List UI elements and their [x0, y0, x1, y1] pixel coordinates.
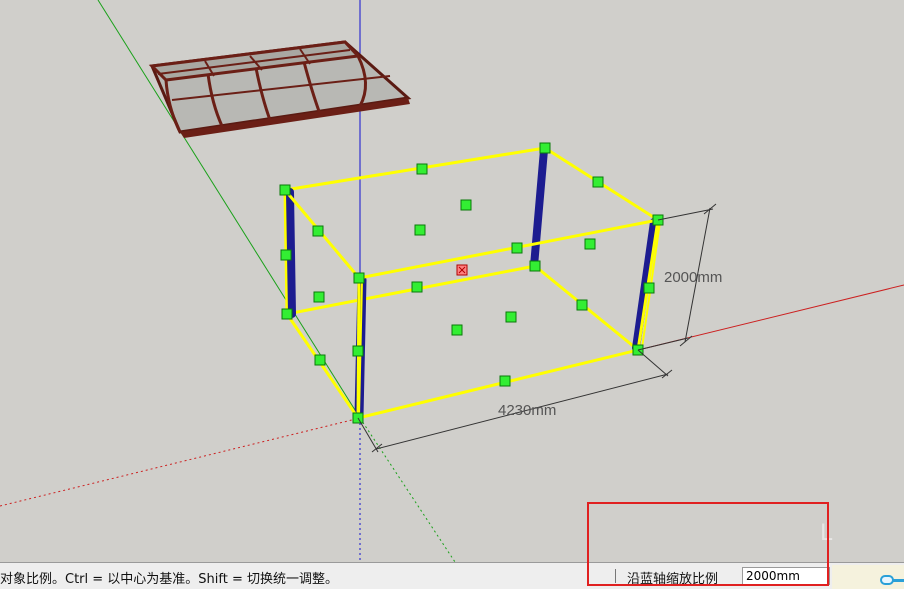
watermark-icon: L: [820, 521, 833, 546]
zoom-slider-knob[interactable]: [880, 575, 894, 585]
green-axis-dashed: [359, 417, 456, 562]
canopy-model[interactable]: [148, 40, 412, 138]
columns[interactable]: [286, 146, 661, 421]
measurement-label: 沿蓝轴缩放比例: [627, 572, 719, 587]
dimension-width-label: 4230mm: [498, 402, 556, 419]
status-hint: 对象比例。Ctrl = 以中心为基准。Shift = 切换统一调整。: [0, 572, 338, 587]
center-grip[interactable]: [456, 264, 468, 276]
red-axis-dashed: [0, 417, 361, 507]
measurement-input[interactable]: [742, 567, 830, 585]
dimension-width[interactable]: [357, 349, 673, 453]
status-separator: [615, 569, 616, 583]
dimension-height-label: 2000mm: [664, 269, 722, 286]
3d-viewport[interactable]: 2000mm 4230mm L: [0, 0, 904, 562]
status-bar: 对象比例。Ctrl = 以中心为基准。Shift = 切换统一调整。 沿蓝轴缩放…: [0, 562, 904, 589]
